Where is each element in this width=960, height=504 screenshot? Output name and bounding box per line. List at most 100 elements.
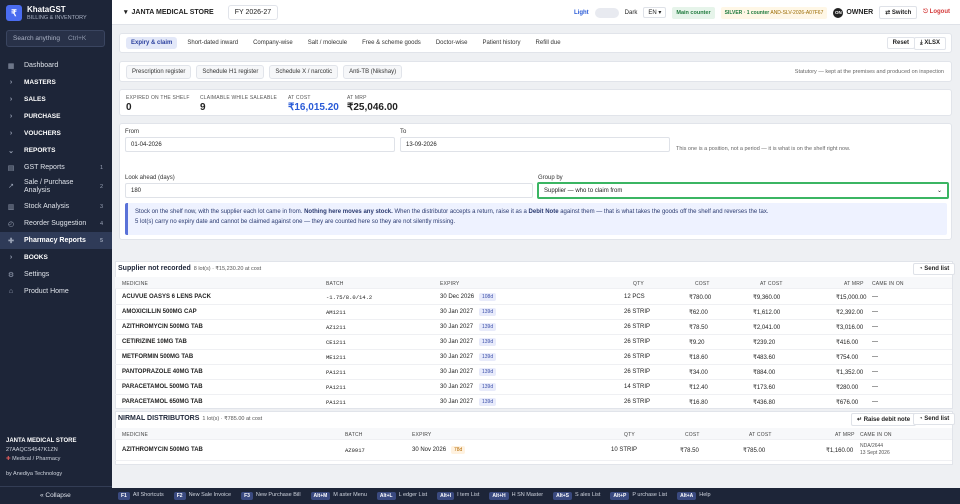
sidebar-item-label: Pharmacy Reports xyxy=(24,237,86,244)
send-list-label: Send list xyxy=(924,416,950,422)
table-row[interactable]: PANTOPRAZOLE 40MG TAB PA1211 30 Jan 2027 26… xyxy=(115,365,952,380)
cell-cost: ₹18.60 xyxy=(689,355,708,361)
logout-icon: ⎋ xyxy=(923,9,928,15)
sidebar-item-pharmacy-reports[interactable]: ✚ Pharmacy Reports 5 xyxy=(0,232,112,249)
group-by-select[interactable]: Supplier — who to claim from ⌄ xyxy=(537,182,949,199)
whatsapp-icon: ◔ xyxy=(919,266,923,272)
sidebar-item-settings[interactable]: ⚙ Settings xyxy=(0,266,112,283)
cell-batch: CE1211 xyxy=(326,339,346,346)
tab-short-dated-inward[interactable]: Short-dated inward xyxy=(182,37,243,49)
sidebar-item-gst-reports[interactable]: ▤ GST Reports 1 xyxy=(0,159,112,176)
cell-expiry: 30 Jan 2027 xyxy=(440,309,474,315)
to-date-input[interactable]: 13-09-2026 xyxy=(400,137,670,152)
tab-company-wise[interactable]: Company-wise xyxy=(248,37,298,49)
sidebar-item-product-home[interactable]: ⌂ Product Home xyxy=(0,283,112,300)
sidebar-item-label: SALES xyxy=(24,96,46,103)
from-date-input[interactable]: 01-04-2026 xyxy=(125,137,395,152)
tab-doctor-wise[interactable]: Doctor-wise xyxy=(431,37,473,49)
column-header: BATCH xyxy=(345,432,363,438)
sidebar-search-input[interactable]: Search anything Ctrl+K xyxy=(6,30,105,47)
days-to-expiry-badge: 78d xyxy=(451,446,466,454)
sidebar-item-vouchers[interactable]: › VOUCHERS xyxy=(0,125,112,142)
table-row[interactable]: METFORMIN 500MG TAB ME1211 30 Jan 2027 26 S… xyxy=(115,350,952,365)
chevron-right-icon: › xyxy=(9,79,13,86)
shortcut-item[interactable]: Alt+I I tem List xyxy=(437,492,479,500)
shortcut-item[interactable]: Alt+H H SN Master xyxy=(489,492,543,500)
raise-debit-note-button[interactable]: ↵ Raise debit note xyxy=(851,413,917,426)
sidebar-item-label: MASTERS xyxy=(24,79,56,86)
tab-salt-molecule[interactable]: Salt / molecule xyxy=(303,37,352,49)
cell-qty: 26 STRIP xyxy=(624,309,651,315)
sidebar-item-dashboard[interactable]: ▦ Dashboard xyxy=(0,57,112,74)
table-row[interactable]: AMOXICILLIN 500MG CAP AM1211 30 Jan 2027 26… xyxy=(115,305,952,320)
info-text: 5 lot(s) carry no expiry date and cannot… xyxy=(135,218,456,225)
shortcut-item[interactable]: Alt+M M aster Menu xyxy=(310,492,367,500)
table-row[interactable]: PARACETAMOL 500MG TAB PA1211 30 Jan 2027 14… xyxy=(115,380,952,395)
user-menu[interactable]: ON OWNER xyxy=(833,7,873,18)
sidebar-item-label: VOUCHERS xyxy=(24,130,61,137)
counter-badge: Main counter xyxy=(672,6,715,19)
tab-anti-tb[interactable]: Anti-TB (Nikshay) xyxy=(343,64,403,79)
topbar: ▾ JANTA MEDICAL STORE FY 2026-27 Light D… xyxy=(112,0,960,25)
chevron-down-icon: ▾ xyxy=(124,9,128,16)
switch-button[interactable]: ⇄ Switch xyxy=(879,6,918,19)
shortcut-label: S ales List xyxy=(575,492,601,498)
tab-patient-history[interactable]: Patient history xyxy=(478,37,526,49)
shortcut-item[interactable]: F2 New Sale Invoice xyxy=(173,492,231,500)
cell-at-cost: ₹1,612.00 xyxy=(753,310,781,316)
table-row[interactable]: AZITHROMYCIN 500MG TAB AZ0917 30 Nov 202… xyxy=(115,441,952,461)
tab-schedule-h1-register[interactable]: Schedule H1 register xyxy=(196,64,265,79)
sidebar-item-books[interactable]: › BOOKS xyxy=(0,249,112,266)
shortcut-label: H SN Master xyxy=(511,492,544,498)
table-row[interactable]: PARACETAMOL 650MG TAB PA1211 30 Jan 2027 26… xyxy=(115,395,952,410)
sidebar-item-purchase[interactable]: › PURCHASE xyxy=(0,108,112,125)
app-root: ₹ KhataGST BILLING & INVENTORY Search an… xyxy=(0,0,960,504)
cell-came-in-on: — xyxy=(872,309,878,315)
sidebar-item-label: GST Reports xyxy=(24,164,65,171)
shortcut-item[interactable]: F3 New Purchase Bill xyxy=(241,492,301,500)
theme-toggle[interactable] xyxy=(594,7,619,18)
sidebar-item-sale-purchase-analysis[interactable]: ↗ Sale / Purchase Analysis 2 xyxy=(0,176,112,198)
tab-expiry-claim[interactable]: Expiry & claim xyxy=(126,37,178,49)
shortcut-item[interactable]: Alt+S S ales List xyxy=(553,492,600,500)
tab-free-scheme-goods[interactable]: Free & scheme goods xyxy=(357,37,426,49)
sidebar-item-stock-analysis[interactable]: ▥ Stock Analysis 3 xyxy=(0,198,112,215)
info-emphasis: Nothing here moves any stock. xyxy=(304,209,393,215)
fy-selector[interactable]: FY 2026-27 xyxy=(227,4,279,20)
cell-came-in-on: — xyxy=(872,339,878,345)
cell-at-cost: ₹9,360.00 xyxy=(753,295,781,301)
cell-at-cost: ₹884.00 xyxy=(753,370,776,376)
cell-batch: PA1211 xyxy=(326,369,346,376)
export-xlsx-button[interactable]: ⤓ XLSX xyxy=(914,37,946,50)
switch-label: Switch xyxy=(891,10,912,16)
sidebar-item-sales[interactable]: › SALES xyxy=(0,91,112,108)
table-row[interactable]: AZITHROMYCIN 500MG TAB AZ1211 30 Jan 2027 2… xyxy=(115,320,952,335)
pharmacy-icon: ✚ xyxy=(6,456,11,462)
store-selector[interactable]: ▾ JANTA MEDICAL STORE xyxy=(124,8,214,17)
sidebar-item-masters[interactable]: › MASTERS xyxy=(0,74,112,91)
tab-schedule-x-narcotic[interactable]: Schedule X / narcotic xyxy=(269,64,339,79)
xlsx-label: XLSX xyxy=(924,40,940,46)
tab-prescription-register[interactable]: Prescription register xyxy=(126,64,192,79)
shortcut-item[interactable]: Alt+A Help xyxy=(677,492,711,500)
logout-button[interactable]: ⎋ Logout xyxy=(923,9,950,16)
cell-cost: ₹780.00 xyxy=(689,295,712,301)
shortcut-item[interactable]: Alt+P P urchase List xyxy=(610,492,667,500)
table-row[interactable]: ACUVUE OASYS 6 LENS PACK -1.75/8.0/14.2 30… xyxy=(115,290,952,305)
sidebar-item-reorder-suggestion[interactable]: ◴ Reorder Suggestion 4 xyxy=(0,215,112,232)
theme-dark-label: Dark xyxy=(624,9,638,16)
to-date-hint: This one is a position, not a period — i… xyxy=(676,146,851,152)
reset-button[interactable]: Reset xyxy=(886,37,915,49)
cell-cost: ₹16.80 xyxy=(689,400,708,406)
shortcut-item[interactable]: F1 All Shortcuts xyxy=(118,492,164,500)
table-row[interactable]: CETIRIZINE 10MG TAB CE1211 30 Jan 2027 26 S… xyxy=(115,335,952,350)
sidebar-item-reports[interactable]: ⌄ REPORTS xyxy=(0,142,112,159)
cell-at-cost: ₹436.80 xyxy=(753,400,776,406)
collapse-button[interactable]: « Collapse xyxy=(40,492,71,499)
send-list-button[interactable]: ◔ Send list xyxy=(913,413,956,425)
shortcut-item[interactable]: Alt+L L edger List xyxy=(376,492,427,500)
send-list-button[interactable]: ◔ Send list xyxy=(913,263,956,275)
look-ahead-input[interactable]: 180 xyxy=(125,183,533,198)
language-select[interactable]: EN ▾ xyxy=(643,7,667,18)
tab-refill-due[interactable]: Refill due xyxy=(531,37,566,49)
